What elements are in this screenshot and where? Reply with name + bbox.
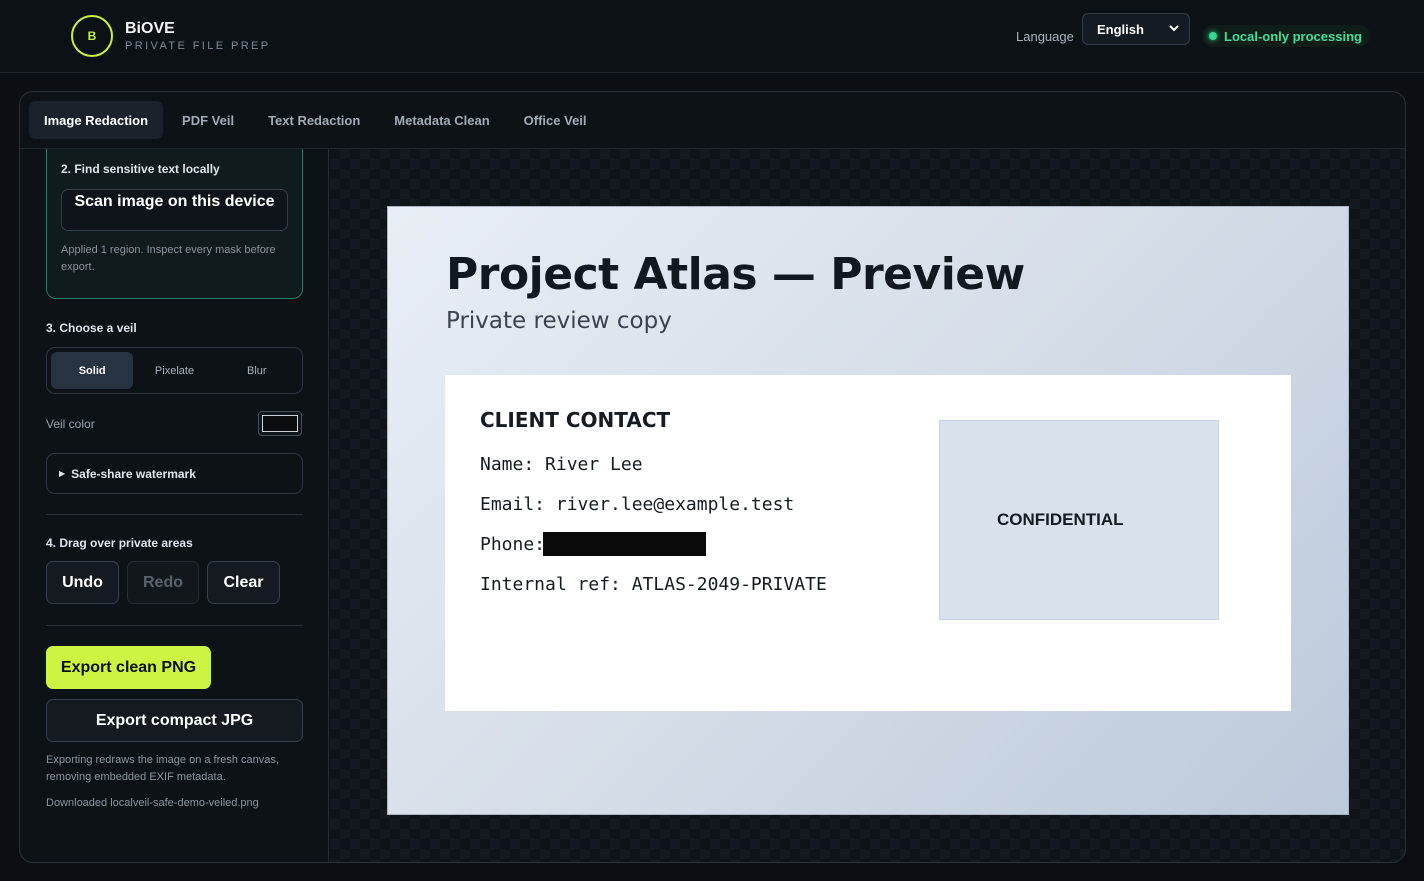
scan-note: Applied 1 region. Inspect every mask bef… [61, 244, 276, 273]
confidential-text: CONFIDENTIAL [997, 510, 1124, 529]
veil-color-label: Veil color [46, 417, 95, 431]
step4-title: 4. Drag over private areas [46, 536, 193, 550]
step3-title: 3. Choose a veil [46, 321, 137, 335]
local-status-badge: Local-only processing [1202, 25, 1370, 47]
email-line: Email: river.lee@example.test [480, 494, 795, 515]
local-status-text: Local-only processing [1224, 28, 1362, 44]
redo-button[interactable]: Redo [127, 561, 199, 604]
client-contact-card: CLIENT CONTACT Name: River Lee Email: ri… [445, 375, 1291, 711]
tab-pdf-veil[interactable]: PDF Veil [167, 101, 249, 139]
scan-image-button[interactable]: Scan image on this device [61, 189, 288, 231]
card-heading: CLIENT CONTACT [480, 408, 671, 432]
tab-image-redaction[interactable]: Image Redaction [29, 101, 164, 139]
export-png-button[interactable]: Export clean PNG [46, 646, 211, 689]
brand-name: BiOVE [125, 20, 175, 37]
logo-icon: B [71, 15, 113, 57]
canvas-area[interactable]: Project Atlas — Preview Private review c… [330, 149, 1405, 862]
veil-option-solid[interactable]: Solid [51, 352, 134, 389]
language-value: English [1097, 21, 1144, 37]
status-dot-icon [1209, 32, 1217, 40]
disclosure-triangle-icon: ▶ [59, 469, 66, 478]
veil-option-blur[interactable]: Blur [216, 352, 298, 389]
brand-tagline: PRIVATE FILE PREP [125, 40, 271, 52]
watermark-label: Safe-share watermark [71, 466, 196, 481]
veil-option-pixelate[interactable]: Pixelate [133, 352, 215, 389]
internal-ref-line: Internal ref: ATLAS-2049-PRIVATE [480, 574, 827, 595]
divider [46, 514, 303, 515]
redaction-mask[interactable] [543, 532, 706, 556]
language-label: Language [1016, 29, 1074, 44]
logo-letter: B [87, 29, 97, 43]
top-bar: B BiOVE PRIVATE FILE PREP Language Engli… [0, 0, 1424, 73]
undo-button[interactable]: Undo [46, 561, 119, 604]
tab-text-redaction[interactable]: Text Redaction [253, 101, 375, 139]
tab-bar: Image Redaction PDF Veil Text Redaction … [20, 92, 1405, 149]
tab-metadata-clean[interactable]: Metadata Clean [379, 101, 504, 139]
phone-label: Phone: [480, 534, 546, 555]
tab-office-veil[interactable]: Office Veil [509, 101, 602, 139]
clear-button[interactable]: Clear [207, 561, 280, 604]
chevron-down-icon [1169, 25, 1179, 32]
watermark-disclosure[interactable]: ▶ Safe-share watermark [46, 453, 303, 494]
name-line: Name: River Lee [480, 454, 643, 475]
confidential-stamp: CONFIDENTIAL [939, 420, 1219, 620]
main-panel: Image Redaction PDF Veil Text Redaction … [19, 91, 1406, 863]
document-title: Project Atlas — Preview [446, 249, 1025, 300]
sidebar[interactable]: 2. Find sensitive text locally Scan imag… [20, 149, 329, 862]
veil-color-picker[interactable] [258, 411, 302, 436]
export-note: Exporting redraws the image on a fresh c… [46, 754, 279, 783]
step2-title: 2. Find sensitive text locally [61, 162, 220, 176]
download-note: Downloaded localveil-safe-demo-veiled.pn… [46, 797, 259, 809]
divider [46, 625, 303, 626]
export-jpg-button[interactable]: Export compact JPG [46, 699, 303, 742]
veil-color-swatch [262, 415, 298, 432]
veil-mode-selector: Solid Pixelate Blur [46, 347, 303, 394]
document-subtitle: Private review copy [446, 308, 672, 334]
document-preview[interactable]: Project Atlas — Preview Private review c… [387, 206, 1349, 815]
scan-card: 2. Find sensitive text locally Scan imag… [46, 149, 303, 299]
language-select[interactable]: English [1082, 13, 1190, 45]
